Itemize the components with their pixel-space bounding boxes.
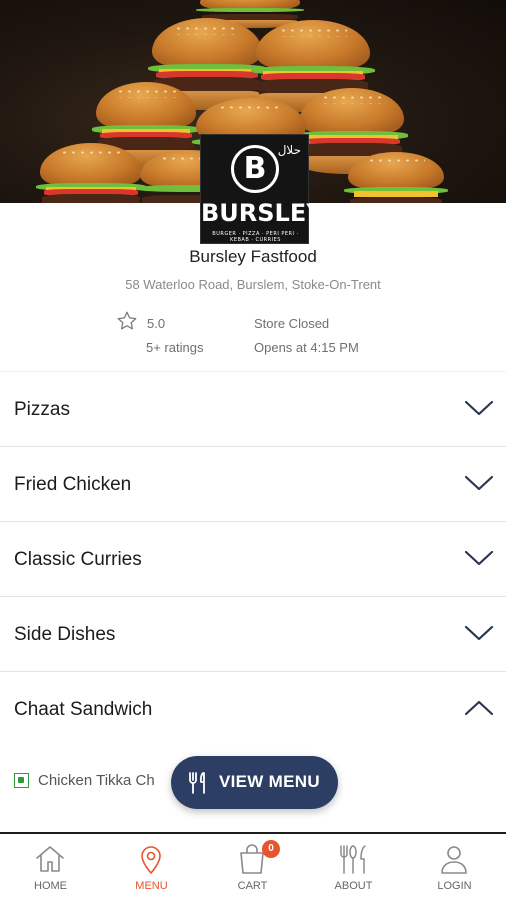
- chevron-down-icon: [464, 625, 494, 641]
- menu-item-label: Chicken Tikka Ch: [38, 772, 155, 789]
- view-menu-button[interactable]: VIEW MENU: [171, 756, 338, 809]
- store-name: Bursley Fastfood: [189, 247, 317, 266]
- category-label: Side Dishes: [14, 624, 116, 645]
- store-address: 58 Waterloo Road, Burslem, Stoke-On-Tren…: [125, 277, 381, 292]
- bottom-nav: HOME MENU 0 CART ABOUT LOGIN: [0, 832, 506, 900]
- nav-label: CART: [237, 880, 268, 892]
- user-icon: [441, 846, 467, 874]
- location-pin-icon: [141, 846, 161, 874]
- view-menu-label: VIEW MENU: [219, 772, 320, 791]
- nav-label: ABOUT: [334, 880, 373, 892]
- rating-value: 5.0: [147, 316, 166, 331]
- logo-tagline: BURGER · PIZZA · PERI PERI · KEBAB · CUR…: [203, 231, 308, 243]
- cart-count-badge: 0: [262, 840, 280, 858]
- halal-mark: حلال: [277, 143, 301, 157]
- star-icon: [117, 311, 137, 330]
- burger-image: [35, 143, 147, 203]
- store-status: Store Closed: [254, 316, 330, 331]
- nav-label: LOGIN: [437, 880, 472, 892]
- nav-login[interactable]: LOGIN: [404, 834, 505, 900]
- cutlery-icon: [189, 772, 205, 794]
- category-classic-curries[interactable]: Classic Curries: [0, 522, 506, 597]
- fork-knife-icon: [340, 845, 366, 874]
- category-pizzas[interactable]: Pizzas: [0, 372, 506, 447]
- category-label: Pizzas: [14, 399, 70, 420]
- chevron-down-icon: [464, 550, 494, 566]
- store-opening-time: Opens at 4:15 PM: [254, 340, 359, 355]
- chevron-down-icon: [464, 400, 494, 416]
- nav-label: MENU: [135, 880, 168, 892]
- nav-about[interactable]: ABOUT: [303, 834, 404, 900]
- burger-image: [344, 152, 448, 203]
- veg-indicator-icon: [14, 773, 29, 788]
- rating-count: 5+ ratings: [146, 340, 204, 355]
- home-icon: [36, 846, 64, 872]
- nav-cart[interactable]: 0 CART: [202, 834, 303, 900]
- category-chaat-sandwich[interactable]: Chaat Sandwich: [0, 672, 506, 747]
- store-logo: B حلال BURSLEY BURGER · PIZZA · PERI PER…: [200, 134, 324, 244]
- logo-b-mark: B: [231, 145, 279, 193]
- category-label: Fried Chicken: [14, 474, 132, 495]
- nav-label: HOME: [34, 880, 67, 892]
- category-fried-chicken[interactable]: Fried Chicken: [0, 447, 506, 522]
- logo-wordmark: BURSLEY: [201, 199, 324, 227]
- nav-home[interactable]: HOME: [0, 834, 101, 900]
- chevron-up-icon: [464, 700, 494, 716]
- category-label: Classic Curries: [14, 549, 142, 570]
- category-side-dishes[interactable]: Side Dishes: [0, 597, 506, 672]
- category-label: Chaat Sandwich: [14, 699, 153, 720]
- chevron-down-icon: [464, 475, 494, 491]
- nav-menu[interactable]: MENU: [101, 834, 202, 900]
